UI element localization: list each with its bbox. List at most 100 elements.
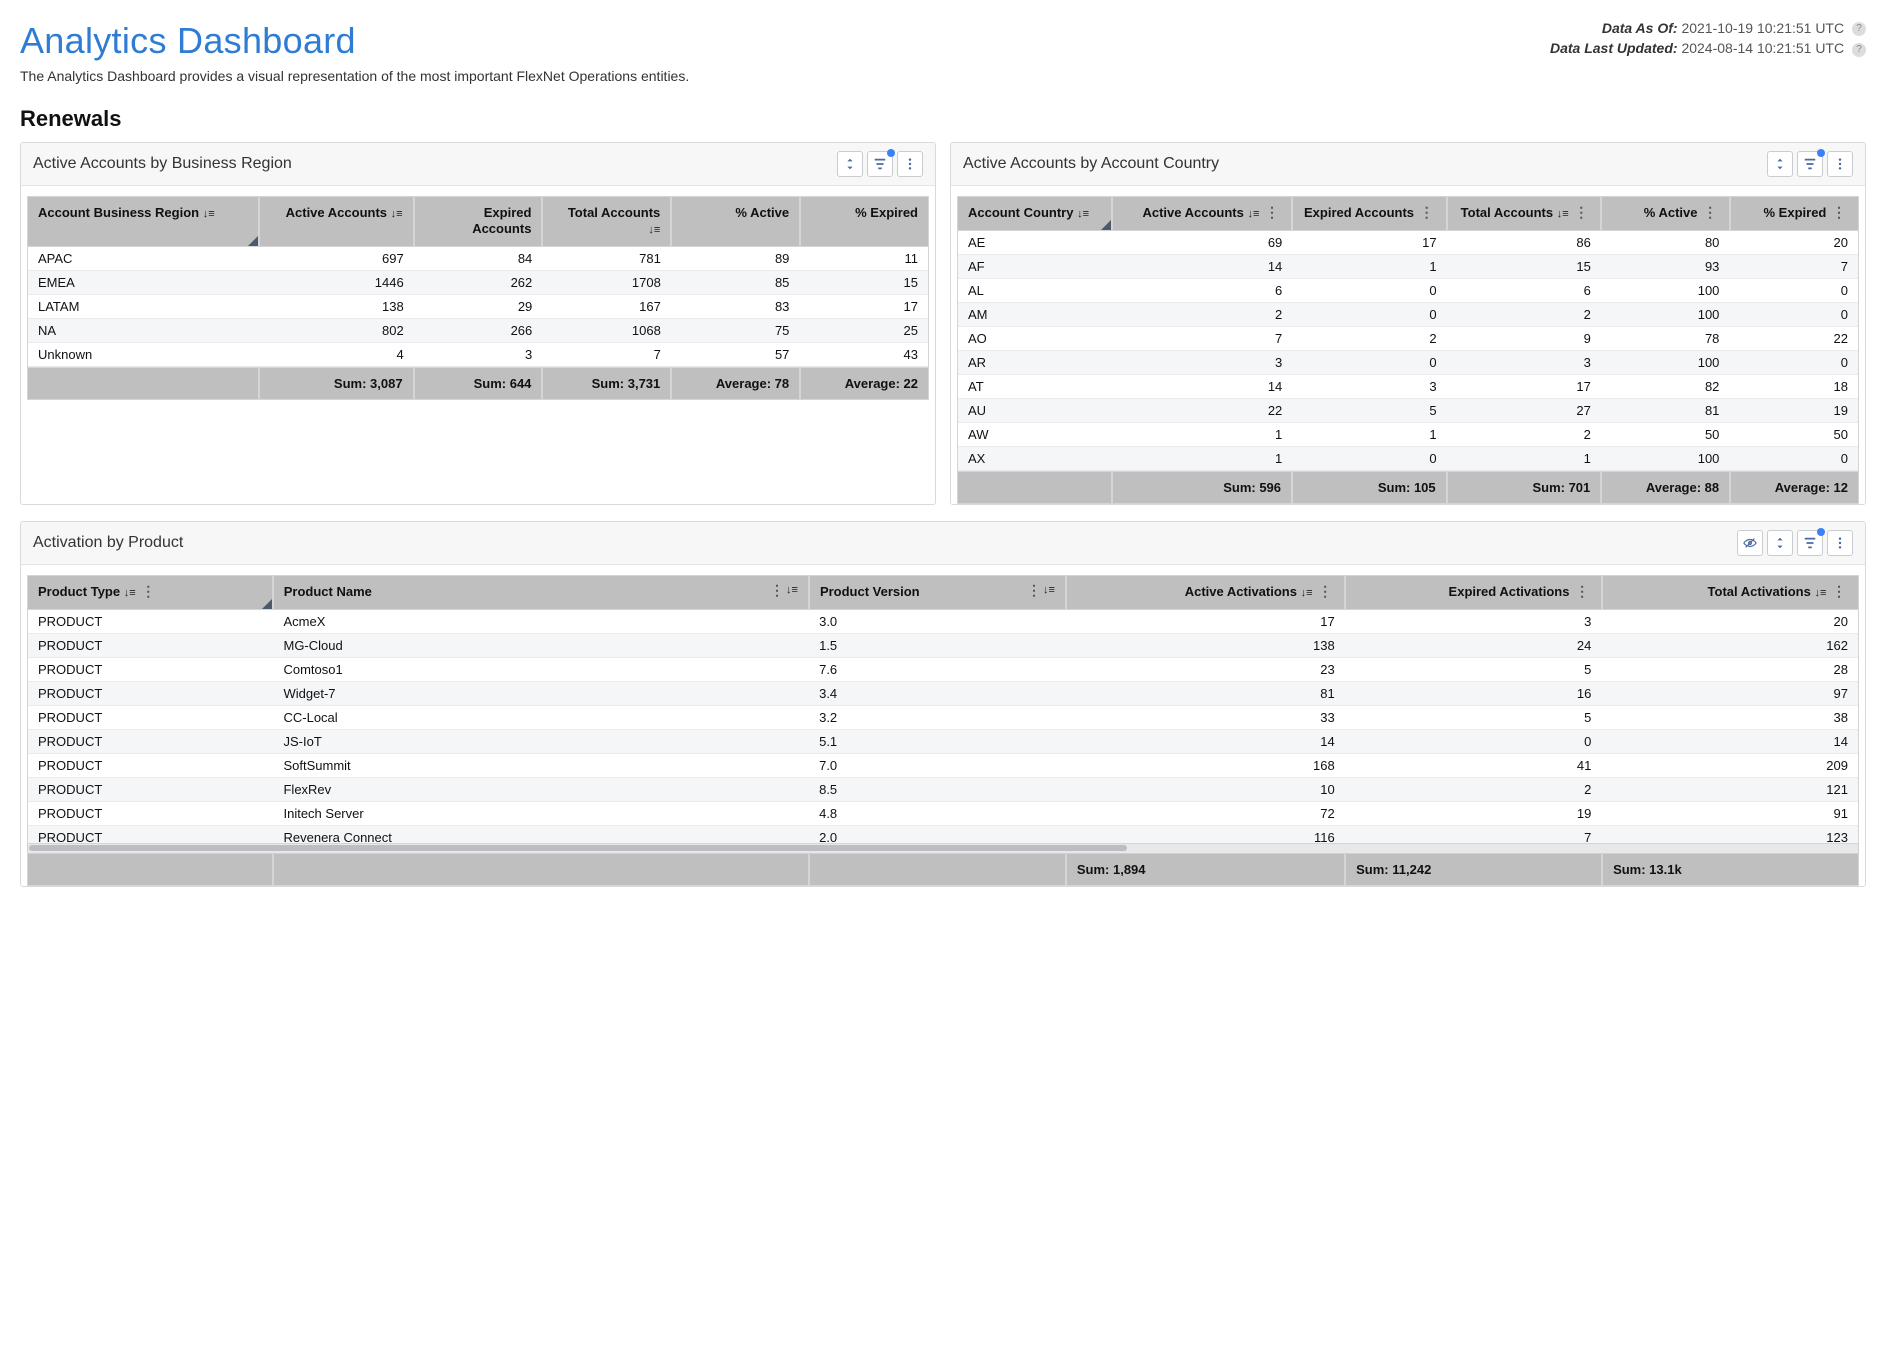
visibility-icon[interactable] bbox=[1737, 530, 1763, 556]
table-cell: 78 bbox=[1601, 327, 1730, 351]
kebab-icon[interactable]: ⋮ bbox=[1830, 204, 1848, 220]
kebab-icon[interactable]: ⋮ bbox=[1418, 204, 1436, 220]
table-cell: Initech Server bbox=[273, 802, 809, 826]
help-icon[interactable]: ? bbox=[1852, 22, 1866, 36]
col-header[interactable]: Expired Activations ⋮ bbox=[1345, 575, 1602, 610]
table-cell: 7.0 bbox=[809, 754, 1066, 778]
horizontal-scrollbar[interactable] bbox=[27, 844, 1859, 854]
table-row[interactable]: PRODUCTJS-IoT5.114014 bbox=[28, 730, 1858, 754]
kebab-icon[interactable]: ⋮ bbox=[1263, 204, 1281, 220]
expand-icon[interactable] bbox=[1767, 151, 1793, 177]
menu-icon[interactable] bbox=[1827, 530, 1853, 556]
col-header[interactable]: % Expired bbox=[800, 196, 929, 247]
kebab-icon[interactable]: ⋮ bbox=[1573, 583, 1591, 599]
table-row[interactable]: AR3031000 bbox=[958, 351, 1858, 375]
table-cell: 15 bbox=[799, 271, 928, 295]
table-row[interactable]: AM2021000 bbox=[958, 303, 1858, 327]
table-row[interactable]: Unknown4375743 bbox=[28, 343, 928, 367]
sort-icon: ↓≡ bbox=[391, 208, 403, 220]
col-header[interactable]: Account Business Region ↓≡ bbox=[27, 196, 259, 247]
table-row[interactable]: LATAM138291678317 bbox=[28, 295, 928, 319]
table-cell: 5 bbox=[1292, 399, 1446, 423]
table-cell: 3.2 bbox=[809, 706, 1066, 730]
table-row[interactable]: NA80226610687525 bbox=[28, 319, 928, 343]
expand-icon[interactable] bbox=[1767, 530, 1793, 556]
menu-icon[interactable] bbox=[1827, 151, 1853, 177]
table-row[interactable]: PRODUCTMG-Cloud1.513824162 bbox=[28, 634, 1858, 658]
country-table-body[interactable]: AE6917868020AF14115937AL6061000AM2021000… bbox=[957, 231, 1859, 472]
table-cell: 27 bbox=[1447, 399, 1601, 423]
table-row[interactable]: APAC697847818911 bbox=[28, 247, 928, 271]
col-header[interactable]: Active Accounts ↓≡ bbox=[259, 196, 414, 247]
table-row[interactable]: AT143178218 bbox=[958, 375, 1858, 399]
kebab-icon[interactable]: ⋮ bbox=[139, 583, 157, 599]
table-row[interactable]: AW1125050 bbox=[958, 423, 1858, 447]
col-header[interactable]: Product Version ↓≡ ⋮ bbox=[809, 575, 1066, 610]
table-cell: 100 bbox=[1601, 303, 1730, 327]
col-header[interactable]: % Expired ⋮ bbox=[1730, 196, 1859, 231]
col-header[interactable]: Account Country ↓≡ bbox=[957, 196, 1112, 231]
table-cell: 262 bbox=[414, 271, 543, 295]
panel-region-header: Active Accounts by Business Region bbox=[21, 143, 935, 186]
col-header[interactable]: Active Accounts ↓≡ ⋮ bbox=[1112, 196, 1292, 231]
kebab-icon[interactable]: ⋮ bbox=[1316, 583, 1334, 599]
table-row[interactable]: PRODUCTCC-Local3.233538 bbox=[28, 706, 1858, 730]
table-row[interactable]: AL6061000 bbox=[958, 279, 1858, 303]
panels-row: Active Accounts by Business Region Accou… bbox=[20, 142, 1866, 505]
table-cell: 168 bbox=[1066, 754, 1345, 778]
col-header[interactable]: % Active ⋮ bbox=[1601, 196, 1730, 231]
table-row[interactable]: AU225278119 bbox=[958, 399, 1858, 423]
table-row[interactable]: EMEA144626217088515 bbox=[28, 271, 928, 295]
table-cell: 82 bbox=[1601, 375, 1730, 399]
col-header[interactable]: % Active bbox=[671, 196, 800, 247]
table-cell: AX bbox=[958, 447, 1112, 471]
table-row[interactable]: PRODUCTSoftSummit7.016841209 bbox=[28, 754, 1858, 778]
table-cell: 4 bbox=[259, 343, 413, 367]
table-row[interactable]: AO7297822 bbox=[958, 327, 1858, 351]
table-cell: 1446 bbox=[259, 271, 413, 295]
table-row[interactable]: AF14115937 bbox=[958, 255, 1858, 279]
table-cell: 1.5 bbox=[809, 634, 1066, 658]
table-cell: Widget-7 bbox=[273, 682, 809, 706]
table-cell: 2 bbox=[1112, 303, 1292, 327]
table-row[interactable]: PRODUCTComtoso17.623528 bbox=[28, 658, 1858, 682]
table-cell: 23 bbox=[1066, 658, 1345, 682]
kebab-icon[interactable]: ⋮ bbox=[1572, 204, 1590, 220]
filter-icon[interactable] bbox=[867, 151, 893, 177]
table-row[interactable]: PRODUCTRevenera Connect2.01167123 bbox=[28, 826, 1858, 844]
sort-icon: ↓≡ bbox=[1077, 208, 1089, 220]
table-row[interactable]: PRODUCTWidget-73.4811697 bbox=[28, 682, 1858, 706]
filter-icon[interactable] bbox=[1797, 530, 1823, 556]
col-header[interactable]: Expired Accounts ⋮ bbox=[1292, 196, 1447, 231]
product-table-body[interactable]: PRODUCTAcmeX3.017320PRODUCTMG-Cloud1.513… bbox=[27, 610, 1859, 844]
col-header[interactable]: Active Activations ↓≡ ⋮ bbox=[1066, 575, 1345, 610]
expand-icon[interactable] bbox=[837, 151, 863, 177]
filter-icon[interactable] bbox=[1797, 151, 1823, 177]
table-cell: 266 bbox=[414, 319, 543, 343]
sort-icon: ↓≡ bbox=[786, 584, 798, 598]
table-cell: 86 bbox=[1447, 231, 1601, 255]
col-header[interactable]: Total Accounts ↓≡ ⋮ bbox=[1447, 196, 1602, 231]
col-header[interactable]: Product Type ↓≡ ⋮ bbox=[27, 575, 273, 610]
kebab-icon[interactable]: ⋮ bbox=[1025, 583, 1043, 597]
table-row[interactable]: AX1011000 bbox=[958, 447, 1858, 471]
region-table-body[interactable]: APAC697847818911EMEA144626217088515LATAM… bbox=[27, 247, 929, 368]
table-row[interactable]: PRODUCTAcmeX3.017320 bbox=[28, 610, 1858, 634]
kebab-icon[interactable]: ⋮ bbox=[1830, 583, 1848, 599]
table-row[interactable]: AE6917868020 bbox=[958, 231, 1858, 255]
kebab-icon[interactable]: ⋮ bbox=[1701, 204, 1719, 220]
col-header[interactable]: Total Accounts ↓≡ bbox=[542, 196, 671, 247]
table-row[interactable]: PRODUCTFlexRev8.5102121 bbox=[28, 778, 1858, 802]
col-header[interactable]: Expired Accounts bbox=[414, 196, 543, 247]
kebab-icon[interactable]: ⋮ bbox=[768, 583, 786, 597]
panel-product: Activation by Product Product Type ↓≡ ⋮ … bbox=[20, 521, 1866, 887]
help-icon[interactable]: ? bbox=[1852, 43, 1866, 57]
col-header[interactable]: Product Name ↓≡ ⋮ bbox=[273, 575, 809, 610]
table-row[interactable]: PRODUCTInitech Server4.8721991 bbox=[28, 802, 1858, 826]
table-cell: AM bbox=[958, 303, 1112, 327]
table-cell: AT bbox=[958, 375, 1112, 399]
menu-icon[interactable] bbox=[897, 151, 923, 177]
table-cell: 116 bbox=[1066, 826, 1345, 844]
col-header[interactable]: Total Activations ↓≡ ⋮ bbox=[1602, 575, 1859, 610]
table-cell: 80 bbox=[1601, 231, 1730, 255]
